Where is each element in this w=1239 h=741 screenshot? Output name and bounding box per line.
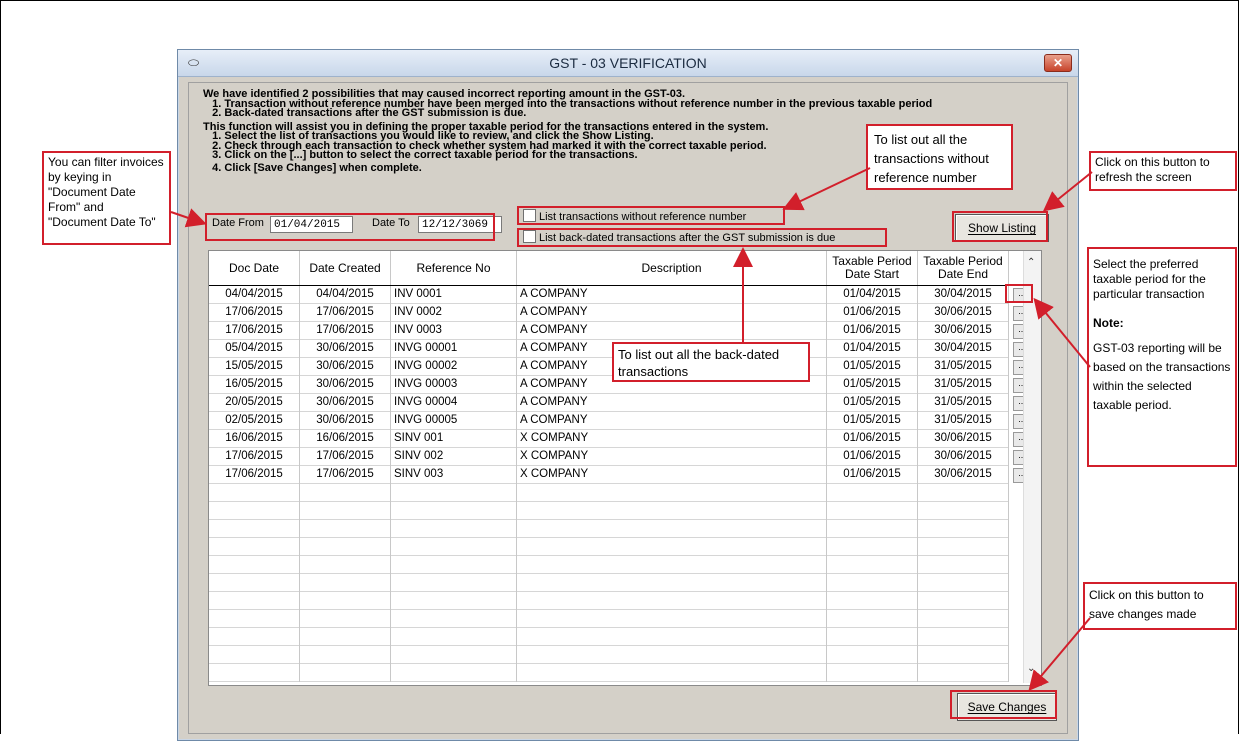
period-arrow (1033, 297, 1091, 368)
refresh-arrow (1042, 171, 1093, 212)
annotation-arrows (170, 167, 1093, 692)
no-ref-arrow (782, 167, 871, 211)
filter-arrow (170, 208, 207, 228)
save-arrow (1028, 617, 1091, 692)
